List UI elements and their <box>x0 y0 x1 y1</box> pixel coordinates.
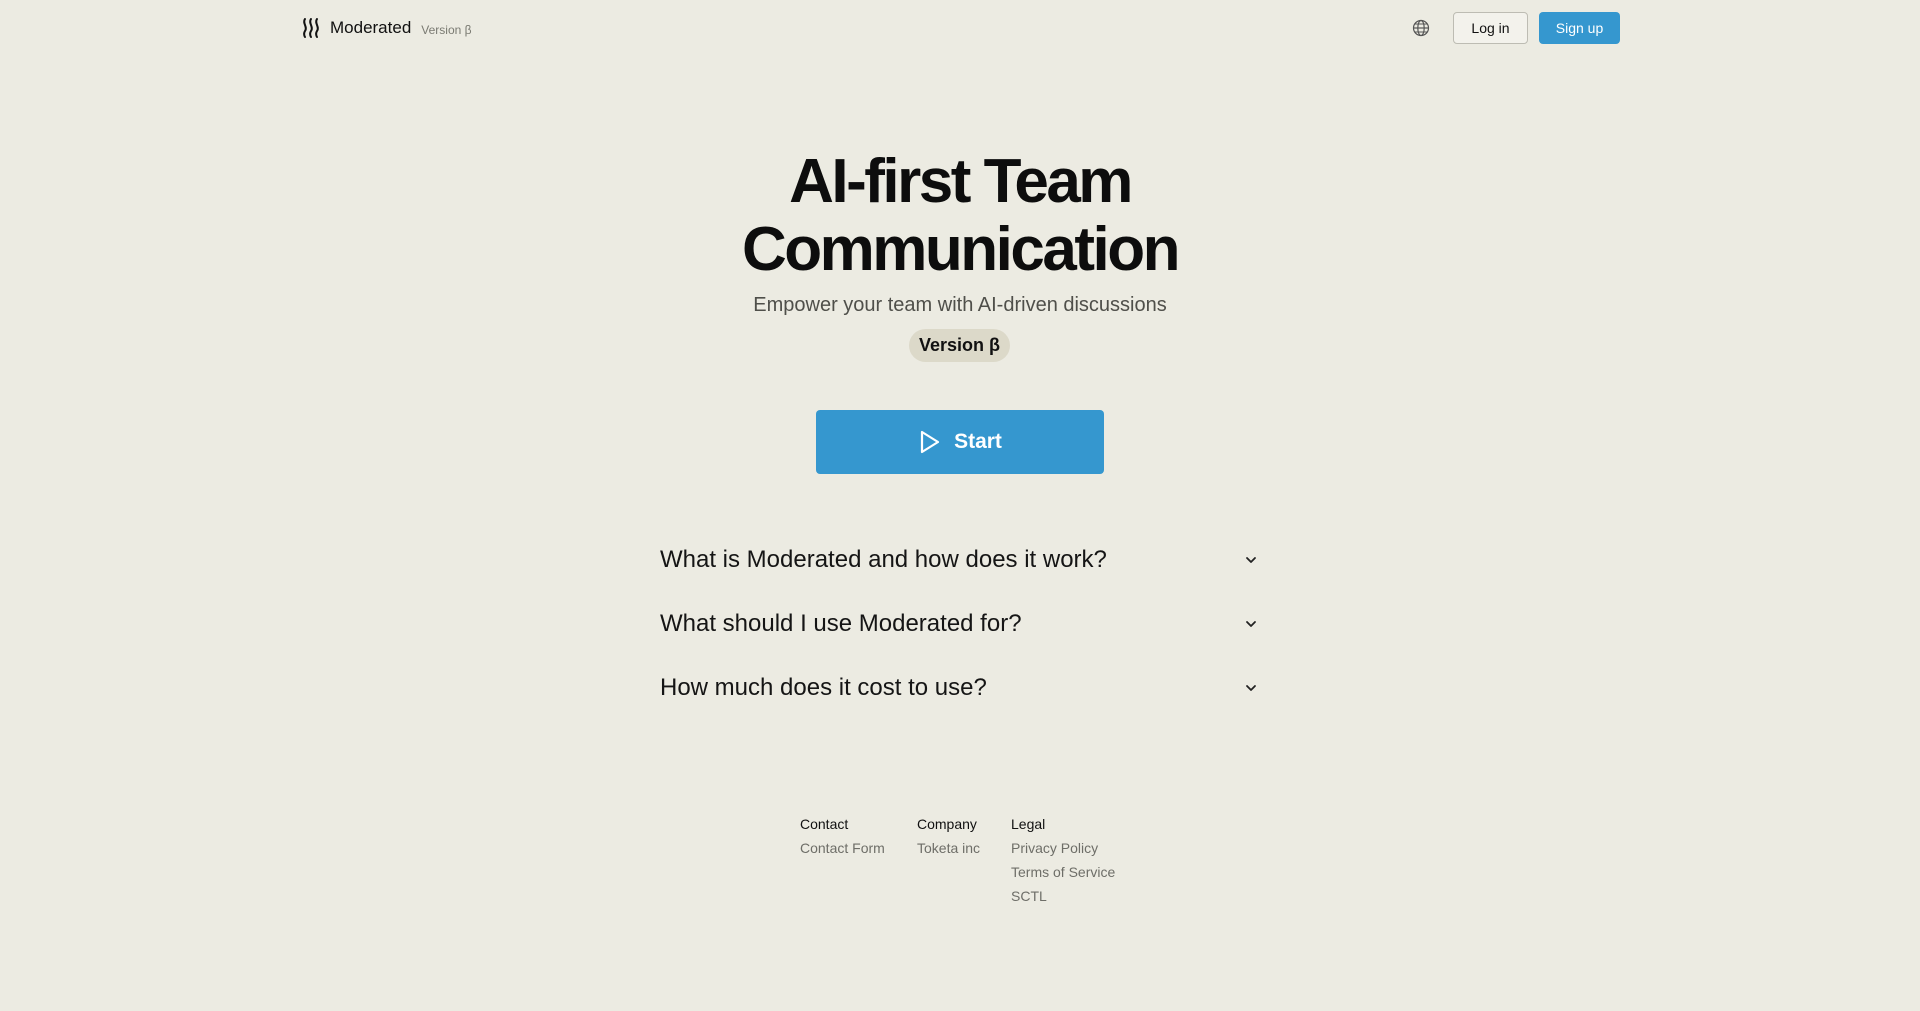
faq-question: What is Moderated and how does it work? <box>660 546 1107 573</box>
faq-item[interactable]: What is Moderated and how does it work? <box>660 528 1260 592</box>
globe-icon <box>1412 19 1430 37</box>
footer-link-privacy-policy[interactable]: Privacy Policy <box>1011 840 1115 858</box>
brand[interactable]: Moderated Version β <box>302 14 472 42</box>
footer-heading-contact: Contact <box>800 816 849 832</box>
faq-item[interactable]: How much does it cost to use? <box>660 656 1260 720</box>
footer-link-sctl[interactable]: SCTL <box>1011 888 1115 906</box>
faq-question: What should I use Moderated for? <box>660 610 1022 637</box>
start-button[interactable]: Start <box>816 410 1104 474</box>
language-button[interactable] <box>1410 17 1432 39</box>
version-badge: Version β <box>909 329 1010 362</box>
hero-title: AI-first Team Communication <box>0 148 1920 284</box>
chevron-down-icon <box>1246 557 1256 563</box>
chevron-down-icon <box>1246 685 1256 691</box>
footer-column-contact: Contact Contact Form <box>800 816 885 858</box>
hero-subtitle: Empower your team with AI-driven discuss… <box>753 294 1167 316</box>
footer-heading-legal: Legal <box>1011 816 1046 832</box>
footer-link-contact-form[interactable]: Contact Form <box>800 840 885 858</box>
brand-version: Version β <box>421 22 472 37</box>
top-nav: Moderated Version β Log in Sign up <box>0 0 1920 56</box>
brand-name: Moderated <box>330 18 412 37</box>
hero-title-line-2: Communication <box>742 215 1180 284</box>
start-button-label: Start <box>954 430 1002 453</box>
faq-list: What is Moderated and how does it work? … <box>660 528 1260 720</box>
footer-heading-company: Company <box>917 816 977 832</box>
page: Moderated Version β Log in Sign up AI-fi… <box>0 0 1920 1011</box>
faq-item[interactable]: What should I use Moderated for? <box>660 592 1260 656</box>
faq-question: How much does it cost to use? <box>660 674 987 701</box>
hero-title-line-1: AI-first Team <box>789 147 1133 216</box>
play-icon <box>920 430 940 454</box>
footer-column-legal: Legal Privacy Policy Terms of Service SC… <box>1011 816 1115 906</box>
chevron-down-icon <box>1246 621 1256 627</box>
login-button[interactable]: Log in <box>1453 12 1528 44</box>
footer-column-company: Company Toketa inc <box>917 816 980 858</box>
footer-link-terms-of-service[interactable]: Terms of Service <box>1011 864 1115 882</box>
moderated-logo-icon <box>303 18 319 38</box>
footer-link-company[interactable]: Toketa inc <box>917 840 980 858</box>
signup-button[interactable]: Sign up <box>1539 12 1620 44</box>
